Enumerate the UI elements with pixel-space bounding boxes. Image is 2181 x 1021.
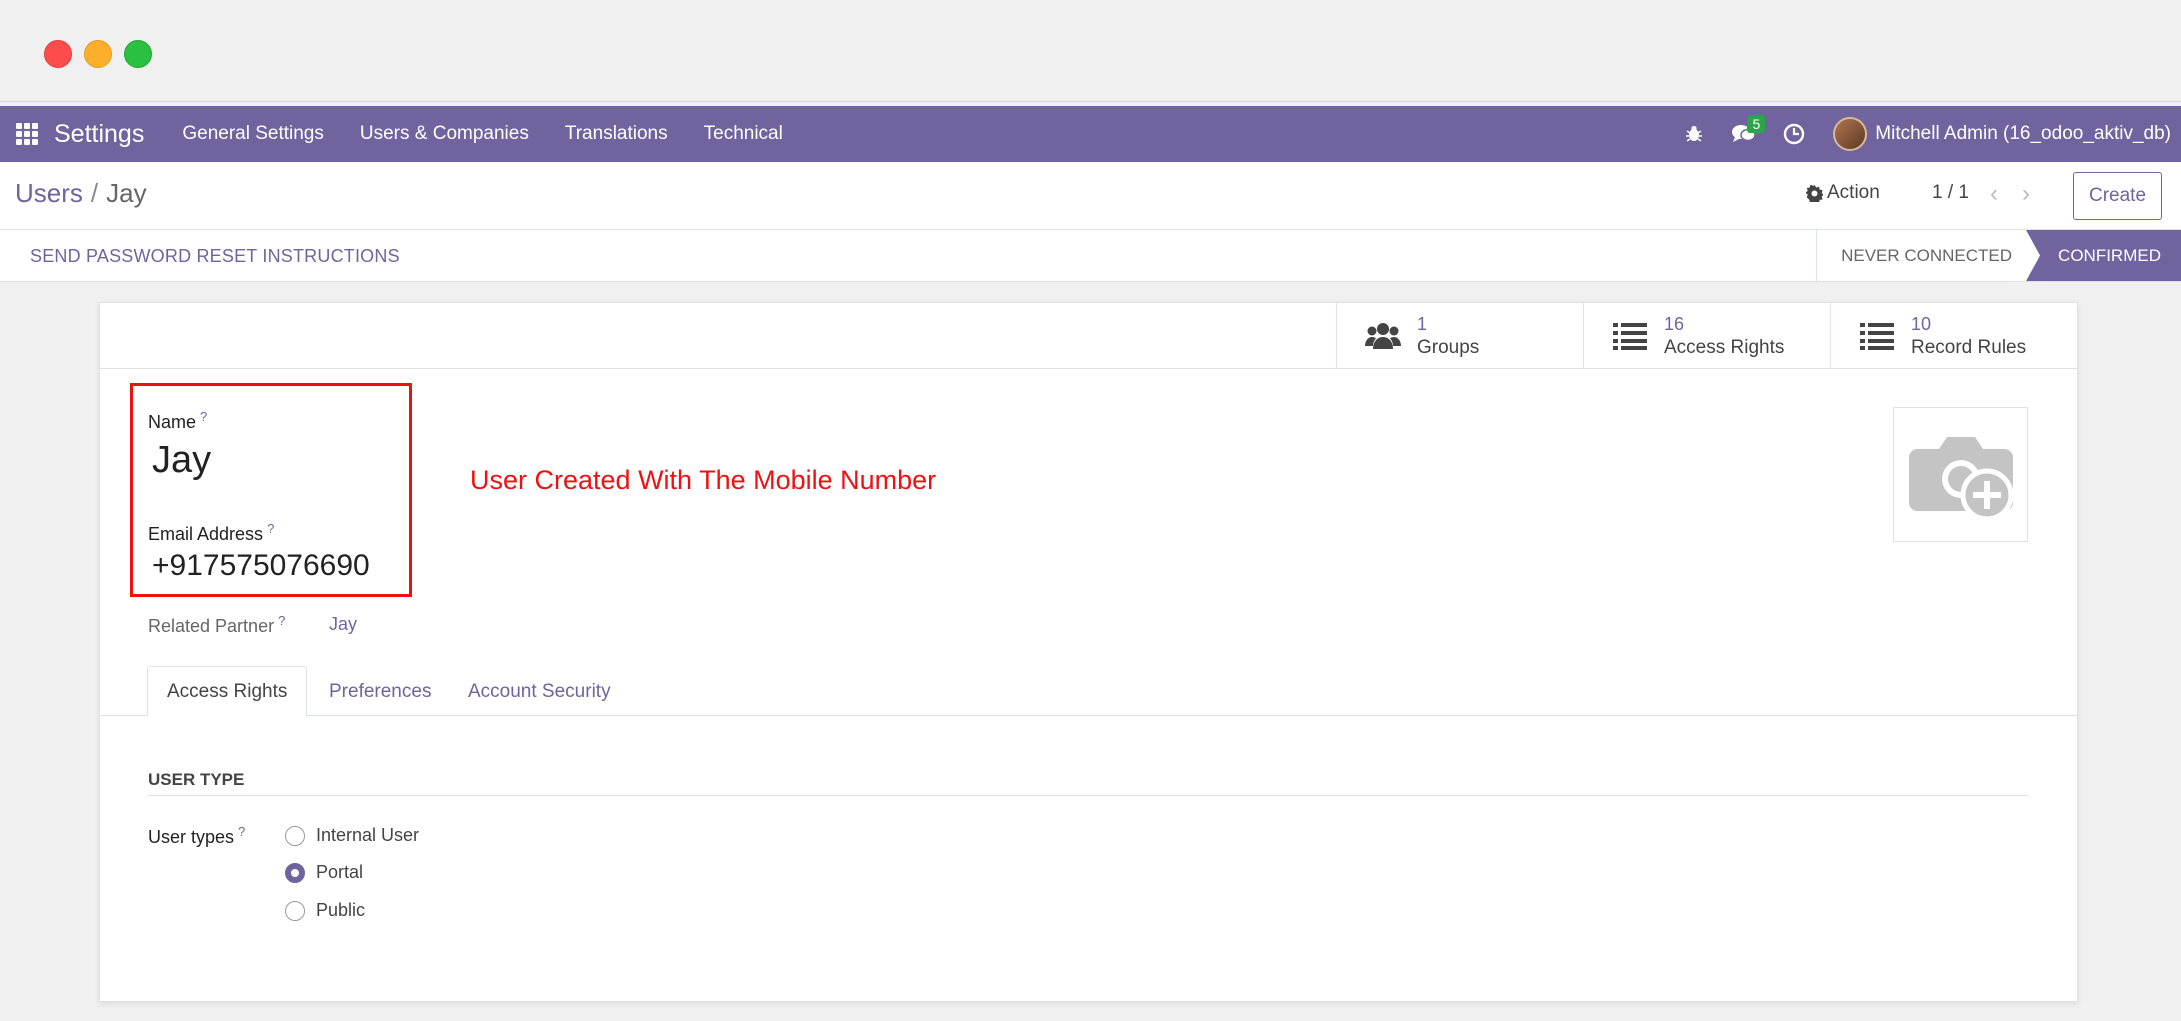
radio-label: Public xyxy=(316,900,366,920)
minimize-window-button[interactable] xyxy=(84,40,112,68)
tab-access-rights[interactable]: Access Rights xyxy=(147,666,308,717)
name-help-icon[interactable]: ? xyxy=(200,409,207,424)
radio-label: Portal xyxy=(316,862,364,882)
radio-button[interactable] xyxy=(285,825,305,846)
radio-internal-user[interactable]: Internal User xyxy=(285,825,419,846)
apps-menu-icon[interactable] xyxy=(0,106,54,162)
record-rules-count: 10 xyxy=(1911,314,1932,334)
breadcrumb-current: Jay xyxy=(106,178,147,208)
gear-icon xyxy=(1806,184,1823,202)
radio-portal[interactable]: Portal xyxy=(285,862,363,883)
groups-count: 1 xyxy=(1417,314,1428,334)
record-rules-smart-button[interactable]: 10 Record Rules xyxy=(1830,303,2077,369)
stage-confirmed[interactable]: CONFIRMED xyxy=(2026,230,2181,281)
access-rights-label: Access Rights xyxy=(1664,337,1785,358)
create-button[interactable]: Create xyxy=(2073,172,2162,220)
window-titlebar xyxy=(0,0,2181,102)
breadcrumb-separator: / xyxy=(90,178,99,208)
maximize-window-button[interactable] xyxy=(124,40,152,68)
pager-next-icon[interactable]: › xyxy=(2022,180,2030,208)
form-sheet: 1 Groups 16 Access Rights 10 Record Rule… xyxy=(99,302,2078,1002)
radio-button[interactable] xyxy=(285,900,305,921)
groups-smart-button[interactable]: 1 Groups xyxy=(1336,303,1583,369)
radio-label: Internal User xyxy=(316,825,420,845)
users-icon xyxy=(1363,316,1403,356)
user-menu[interactable]: Mitchell Admin (16_odoo_aktiv_db) xyxy=(1875,123,2171,145)
chat-badge: 5 xyxy=(1747,115,1766,133)
form-statusbar: SEND PASSWORD RESET INSTRUCTIONS NEVER C… xyxy=(0,230,2181,282)
smart-button-box: 1 Groups 16 Access Rights 10 Record Rule… xyxy=(100,303,2077,369)
nav-users-companies[interactable]: Users & Companies xyxy=(360,123,529,145)
list-icon xyxy=(1857,316,1897,356)
related-partner-label: Related Partner? xyxy=(148,613,286,636)
section-divider xyxy=(148,795,2028,796)
radio-public[interactable]: Public xyxy=(285,900,365,921)
user-types-help-icon[interactable]: ? xyxy=(238,824,245,839)
form-tabs: Access Rights Preferences Account Securi… xyxy=(100,666,2077,717)
access-rights-count: 16 xyxy=(1664,314,1685,334)
email-help-icon[interactable]: ? xyxy=(267,521,274,536)
app-brand[interactable]: Settings xyxy=(54,120,144,149)
breadcrumb: Users / Jay xyxy=(15,178,147,209)
tab-preferences[interactable]: Preferences xyxy=(310,666,450,717)
name-label: Name? xyxy=(148,409,208,432)
pager-value[interactable]: 1 / 1 xyxy=(1932,182,1969,204)
user-avatar[interactable] xyxy=(1833,117,1868,151)
nav-general-settings[interactable]: General Settings xyxy=(182,123,324,145)
user-type-section-title: USER TYPE xyxy=(148,770,245,789)
email-label: Email Address? xyxy=(148,521,275,544)
name-field[interactable]: Jay xyxy=(152,439,211,482)
close-window-button[interactable] xyxy=(44,40,72,68)
related-partner-help-icon[interactable]: ? xyxy=(278,613,285,628)
pager-previous-icon[interactable]: ‹ xyxy=(1990,180,1998,208)
nav-translations[interactable]: Translations xyxy=(565,123,668,145)
bug-icon[interactable] xyxy=(1669,106,1719,162)
breadcrumb-users-link[interactable]: Users xyxy=(15,178,83,208)
radio-button-checked[interactable] xyxy=(285,862,305,883)
stage-never-connected[interactable]: NEVER CONNECTED xyxy=(1816,230,2026,281)
annotation-text: User Created With The Mobile Number xyxy=(470,465,937,495)
action-menu-button[interactable]: Action xyxy=(1806,182,1880,204)
avatar-upload[interactable] xyxy=(1893,407,2028,542)
list-icon xyxy=(1610,316,1650,356)
send-password-reset-button[interactable]: SEND PASSWORD RESET INSTRUCTIONS xyxy=(30,246,400,267)
email-field[interactable]: +917575076690 xyxy=(152,549,370,583)
access-rights-smart-button[interactable]: 16 Access Rights xyxy=(1583,303,1830,369)
camera-add-icon xyxy=(1908,436,2013,521)
groups-label: Groups xyxy=(1417,337,1480,358)
related-partner-link[interactable]: Jay xyxy=(329,614,357,635)
clock-icon[interactable] xyxy=(1769,106,1819,162)
control-panel: Users / Jay Action 1 / 1 ‹ › Create xyxy=(0,162,2181,230)
status-stages: NEVER CONNECTED CONFIRMED xyxy=(1816,230,2181,281)
nav-technical[interactable]: Technical xyxy=(704,123,783,145)
record-rules-label: Record Rules xyxy=(1911,337,2027,358)
tab-account-security[interactable]: Account Security xyxy=(449,666,630,717)
top-navbar: Settings General Settings Users & Compan… xyxy=(0,106,2181,162)
user-types-label: User types? xyxy=(148,824,246,847)
chat-icon[interactable]: 5 xyxy=(1719,106,1769,162)
action-label: Action xyxy=(1827,182,1880,203)
